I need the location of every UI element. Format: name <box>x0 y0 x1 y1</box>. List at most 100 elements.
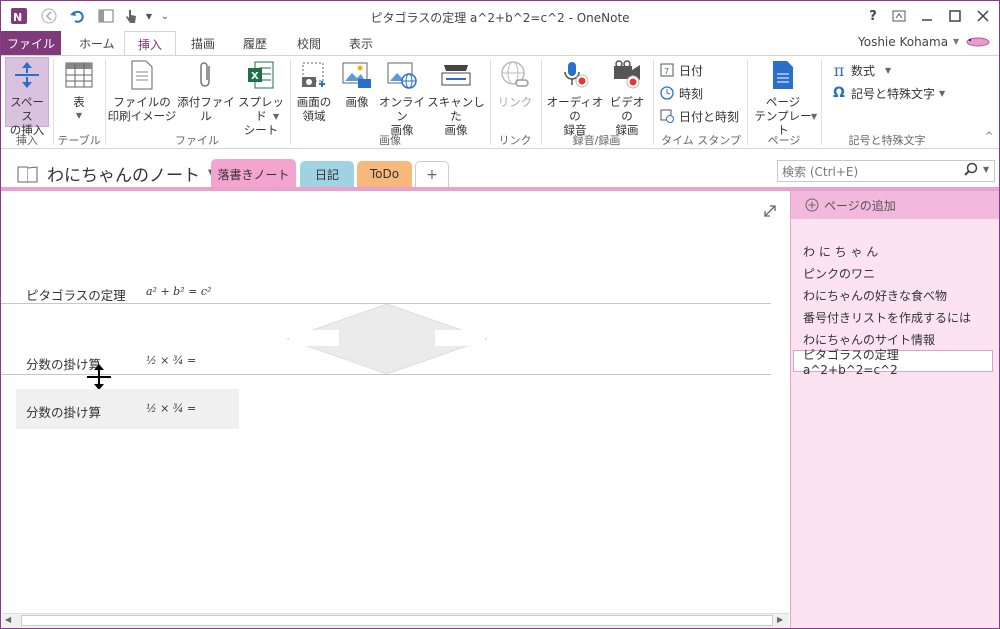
file-printout-button[interactable]: ファイルの 印刷イメージ <box>107 59 177 123</box>
online-picture-button[interactable]: オンライン 画像 <box>377 59 427 137</box>
dock-icon[interactable] <box>96 7 116 25</box>
screen-clipping-button[interactable]: 画面の 領域 <box>293 59 335 123</box>
section-tab-todo[interactable]: ToDo <box>357 161 412 187</box>
add-page-icon <box>805 198 819 212</box>
crocodile-avatar-icon <box>965 34 991 51</box>
notebook-name: わにちゃんのノート <box>47 166 200 186</box>
group-label-insert: 挿入 <box>16 134 38 147</box>
time-label: 時刻 <box>679 86 704 101</box>
onenote-logo-icon[interactable]: N <box>9 7 29 25</box>
maximize-icon[interactable] <box>942 5 968 27</box>
group-label-images: 画像 <box>379 134 401 147</box>
collapse-ribbon-icon[interactable]: ^ <box>985 131 993 142</box>
note-line-pythagorean-equation[interactable]: a² + b² = c² <box>146 285 211 298</box>
section-tab-rakugaki[interactable]: 落書きノート <box>211 159 296 189</box>
user-name[interactable]: Yoshie Kohama <box>858 35 948 49</box>
omega-icon: Ω <box>833 85 845 101</box>
time-button[interactable]: 時刻 <box>659 83 703 103</box>
help-icon[interactable]: ? <box>860 5 886 27</box>
group-label-recording: 録音/録画 <box>572 134 621 147</box>
expand-page-icon[interactable] <box>763 204 777 221</box>
spreadsheet-button[interactable]: X スプレッド シート <box>235 59 287 137</box>
ribbon-separator <box>541 59 542 145</box>
touch-mode-icon[interactable] <box>121 7 141 25</box>
page-list-item[interactable]: わ に ち ゃ ん <box>803 243 878 260</box>
scroll-left-icon[interactable]: ◀ <box>5 615 11 624</box>
ribbon-separator <box>821 59 822 145</box>
record-video-button[interactable]: ビデオの 録画 <box>605 59 649 137</box>
microphone-icon <box>559 59 591 91</box>
page-templates-dropdown-icon: ▼ <box>811 112 818 121</box>
online-picture-label-1: オンライン <box>379 95 425 123</box>
date-time-icon <box>659 108 675 124</box>
symbol-label: 記号と特殊文字 <box>851 86 936 101</box>
search-icon[interactable] <box>963 162 979 181</box>
section-tab-nikki[interactable]: 日記 <box>300 161 354 187</box>
insert-space-arrow-graphic <box>285 303 489 378</box>
svg-text:X: X <box>251 71 259 82</box>
file-printout-label-2: 印刷イメージ <box>107 109 177 123</box>
tab-draw[interactable]: 描画 <box>177 31 229 55</box>
tab-home[interactable]: ホーム <box>65 31 129 55</box>
minimize-icon[interactable] <box>914 5 940 27</box>
file-printout-icon <box>126 59 158 91</box>
table-button[interactable]: 表 ▼ <box>57 59 101 123</box>
equation-button[interactable]: π 数式 ▼ <box>831 60 891 80</box>
screen-clipping-icon <box>298 59 330 91</box>
tab-history[interactable]: 履歴 <box>229 31 281 55</box>
note-line-fraction-equation[interactable]: ½ × ¾ = <box>146 354 196 367</box>
full-page-view-icon[interactable] <box>886 5 912 27</box>
record-video-label-1: ビデオの <box>609 95 645 123</box>
spreadsheet-dropdown-icon: ▼ <box>273 112 280 121</box>
horizontal-scroll-thumb[interactable] <box>21 615 773 626</box>
picture-button[interactable]: 画像 <box>337 59 377 109</box>
tab-view[interactable]: 表示 <box>335 31 387 55</box>
page-list-item[interactable]: ピンクのワニ <box>803 265 875 282</box>
page-list-item[interactable]: 番号付きリストを作成するには <box>803 309 971 326</box>
close-icon[interactable] <box>970 5 996 27</box>
pi-icon: π <box>833 60 845 80</box>
tab-insert[interactable]: 挿入 <box>124 31 176 56</box>
scroll-right-icon[interactable]: ▶ <box>777 615 783 624</box>
search-scope-dropdown-icon[interactable]: ▼ <box>983 165 989 174</box>
link-button[interactable]: リンク <box>493 59 537 109</box>
page-templates-label-1: ページ <box>765 95 801 109</box>
date-label: 日付 <box>679 63 704 78</box>
add-page-button[interactable]: ページの追加 <box>791 191 999 219</box>
page-template-icon <box>767 59 799 91</box>
user-dropdown-icon[interactable]: ▼ <box>953 37 959 46</box>
tab-review[interactable]: 校閲 <box>283 31 335 55</box>
group-label-pages: ページ <box>767 134 801 147</box>
date-time-button[interactable]: 日付と時刻 <box>659 106 739 126</box>
add-section-tab[interactable]: + <box>415 161 449 187</box>
group-label-tables: テーブル <box>57 134 101 147</box>
note-line-fraction-copy-equation[interactable]: ½ × ¾ = <box>146 402 196 415</box>
symbol-button[interactable]: Ω 記号と特殊文字 ▼ <box>831 83 945 103</box>
insert-space-label-1: スペース <box>10 95 44 123</box>
note-line-fraction-copy-label[interactable]: 分数の掛け算 <box>26 402 101 421</box>
search-placeholder: 検索 (Ctrl+E) <box>782 164 859 179</box>
attach-file-label: 添付ファイル <box>177 95 235 123</box>
attach-file-button[interactable]: 添付ファイル <box>176 59 236 123</box>
date-button[interactable]: 7 日付 <box>659 60 703 80</box>
notebook-icon <box>17 164 39 184</box>
page-list-item[interactable]: わにちゃんの好きな食べ物 <box>803 287 947 304</box>
link-label: リンク <box>497 95 533 109</box>
page-list-item-selected[interactable]: ピタゴラスの定理 a^2+b^2=c^2 <box>793 348 993 377</box>
undo-icon[interactable] <box>67 7 87 25</box>
tab-file[interactable]: ファイル <box>1 31 61 55</box>
ribbon-separator <box>53 59 54 145</box>
insert-space-button[interactable]: スペース の挿入 <box>5 59 49 137</box>
note-line-pythagorean-label[interactable]: ピタゴラスの定理 <box>26 285 126 304</box>
onenote-window: ピタゴラスの定理 a^2+b^2=c^2 - OneNote N ▼ ⌄ ? フ… <box>0 0 1000 629</box>
scanned-image-button[interactable]: スキャンした 画像 <box>427 59 485 137</box>
record-audio-button[interactable]: オーディオの 録音 <box>544 59 606 137</box>
customize-quick-access-icon[interactable]: ⌄ <box>155 7 175 25</box>
back-icon[interactable] <box>39 7 59 25</box>
clock-icon <box>659 85 675 101</box>
page-templates-button[interactable]: ページ テンプレート <box>749 59 817 137</box>
symbol-dropdown-icon: ▼ <box>939 88 946 98</box>
scanned-image-label-1: スキャンした <box>427 95 485 123</box>
add-page-label: ページの追加 <box>824 198 896 213</box>
notebook-selector[interactable]: わにちゃんのノート ▼ <box>17 161 216 186</box>
